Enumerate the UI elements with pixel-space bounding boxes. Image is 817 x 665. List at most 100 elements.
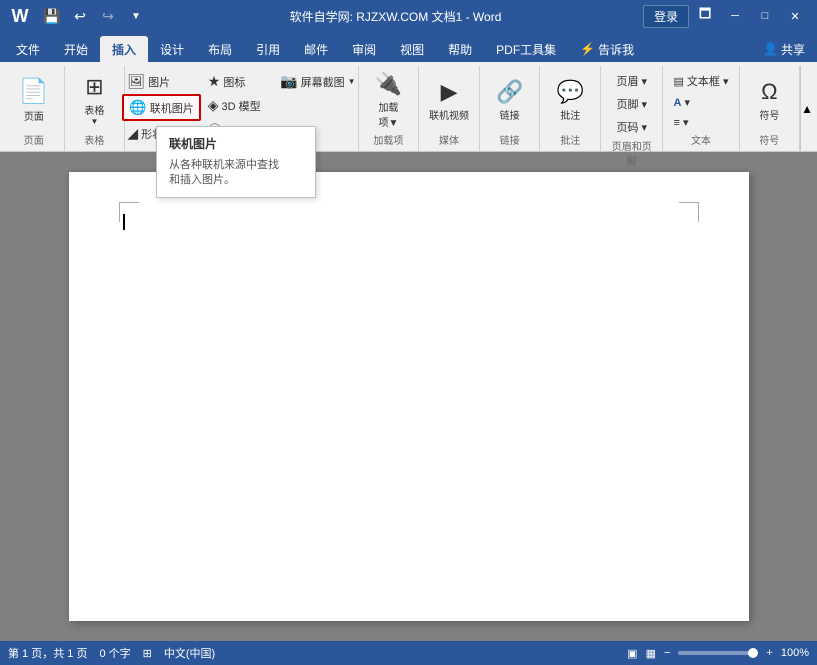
ribbon-group-addins-content: 🔌 加载 项▼ bbox=[364, 66, 412, 132]
tab-insert[interactable]: 插入 bbox=[100, 36, 148, 62]
footer-label: 页脚 ▾ bbox=[616, 96, 647, 112]
undo-button[interactable]: ↩ bbox=[68, 4, 92, 28]
tab-home[interactable]: 开始 bbox=[52, 36, 100, 62]
tab-help[interactable]: 帮助 bbox=[436, 36, 484, 62]
spell-check-icon: ⊞ bbox=[143, 647, 152, 660]
page-info: 第 1 页，共 1 页 bbox=[8, 645, 87, 661]
document-area bbox=[0, 152, 817, 641]
ribbon-group-symbols-content: Ω 符号 bbox=[745, 66, 793, 132]
document-page[interactable] bbox=[69, 172, 749, 621]
icons-icon: ★ bbox=[208, 73, 221, 90]
textbox-label: 文本框 ▾ bbox=[687, 73, 729, 89]
page-number-button[interactable]: 页码 ▾ bbox=[611, 116, 652, 138]
tab-layout[interactable]: 布局 bbox=[196, 36, 244, 62]
picture-button[interactable]: 🖼 图片 bbox=[122, 70, 200, 93]
tab-pdf[interactable]: PDF工具集 bbox=[484, 36, 568, 62]
page-icon: 📄 bbox=[19, 77, 49, 106]
group-label-text: 文本 bbox=[691, 132, 711, 151]
zoom-plus-button[interactable]: + bbox=[766, 647, 772, 659]
customize-quick-access-button[interactable]: ▼ bbox=[124, 4, 148, 28]
ribbon-group-page: 📄 页面 页面 bbox=[4, 66, 65, 151]
ribbon-group-links-content: 🔗 链接 bbox=[486, 66, 534, 132]
screenshot-dropdown-icon: ▼ bbox=[348, 77, 356, 86]
ribbon-scroll-button[interactable]: ▲ bbox=[800, 66, 813, 151]
online-picture-button[interactable]: 🌐 联机图片 bbox=[122, 94, 200, 121]
online-video-button[interactable]: ▶ 联机视频 bbox=[425, 70, 473, 130]
save-button[interactable]: 💾 bbox=[40, 4, 64, 28]
app-window: W 💾 ↩ ↪ ▼ 软件自学网: RJZXW.COM 文档1 - Word 登录… bbox=[0, 0, 817, 665]
wordart-button[interactable]: A ▾ bbox=[669, 93, 734, 112]
minimize-button[interactable]: ─ bbox=[721, 6, 749, 26]
redo-button[interactable]: ↪ bbox=[96, 4, 120, 28]
comment-label: 批注 bbox=[560, 107, 580, 122]
table-icon: ⊞ bbox=[85, 74, 103, 100]
group-label-comment: 批注 bbox=[560, 132, 580, 151]
close-button[interactable]: ✕ bbox=[781, 6, 809, 26]
online-video-label: 联机视频 bbox=[429, 107, 469, 122]
tooltip-desc-part1: 从各种联机来源中查找 bbox=[169, 159, 279, 171]
zoom-thumb bbox=[748, 648, 758, 658]
header-label: 页眉 ▾ bbox=[616, 73, 647, 89]
addins-icon: 🔌 bbox=[375, 71, 402, 97]
zoom-minus-button[interactable]: − bbox=[664, 647, 670, 659]
textbox-button[interactable]: ▤ 文本框 ▾ bbox=[669, 70, 734, 92]
share-button[interactable]: 👤共享 bbox=[751, 36, 817, 62]
layout-view-icon1[interactable]: ▣ bbox=[627, 647, 637, 660]
word-count: 0 个字 bbox=[99, 645, 130, 661]
screenshot-button[interactable]: 📷 屏幕截图 ▼ bbox=[275, 70, 360, 93]
3d-models-icon: ◈ bbox=[208, 97, 219, 114]
online-picture-icon: 🌐 bbox=[129, 99, 146, 116]
login-button[interactable]: 登录 bbox=[643, 5, 689, 28]
text-cursor bbox=[123, 214, 131, 230]
ribbon-group-comment: 💬 批注 批注 bbox=[540, 66, 601, 151]
wordart-dropdown: ▾ bbox=[684, 96, 690, 109]
link-button[interactable]: 🔗 链接 bbox=[486, 70, 534, 130]
text-col: ▤ 文本框 ▾ A ▾ ≡ ▾ bbox=[669, 70, 734, 132]
ribbon-group-table-content: ⊞ 表格 ▼ bbox=[70, 66, 118, 132]
ribbon-group-addins: 🔌 加载 项▼ 加载项 bbox=[359, 66, 420, 151]
addins-button[interactable]: 🔌 加载 项▼ bbox=[364, 70, 412, 130]
tooltip-popup: 联机图片 从各种联机来源中查找 和插入图片。 bbox=[156, 126, 316, 198]
3d-models-button[interactable]: ◈ 3D 模型 bbox=[203, 94, 273, 117]
tab-design[interactable]: 设计 bbox=[148, 36, 196, 62]
comment-button[interactable]: 💬 批注 bbox=[546, 70, 594, 130]
table-dropdown-icon: ▼ bbox=[90, 117, 98, 126]
group-label-header-footer: 页眉和页脚 bbox=[609, 138, 654, 172]
tab-mailings[interactable]: 邮件 bbox=[292, 36, 340, 62]
tab-tell-me[interactable]: ⚡告诉我 bbox=[568, 36, 646, 62]
screenshot-label: 屏幕截图 bbox=[301, 74, 345, 90]
comment-icon: 💬 bbox=[557, 79, 584, 105]
title-bar-controls: 登录 🗖 ─ □ ✕ bbox=[643, 5, 809, 28]
page-button[interactable]: 📄 页面 bbox=[10, 70, 58, 130]
layout-view-icon2[interactable]: ▦ bbox=[646, 647, 656, 660]
group-label-addins: 加载项 bbox=[373, 132, 403, 151]
ribbon-group-text-content: ▤ 文本框 ▾ A ▾ ≡ ▾ bbox=[669, 66, 734, 132]
title-bar-left: W 💾 ↩ ↪ ▼ bbox=[8, 4, 148, 28]
zoom-slider[interactable] bbox=[678, 651, 758, 655]
icons-label: 图标 bbox=[223, 74, 245, 90]
tab-view[interactable]: 视图 bbox=[388, 36, 436, 62]
language: 中文(中国) bbox=[164, 645, 215, 661]
picture-icon: 🖼 bbox=[127, 73, 145, 90]
zoom-level: 100% bbox=[781, 647, 809, 659]
dropcap-button[interactable]: ≡ ▾ bbox=[669, 113, 734, 132]
table-button[interactable]: ⊞ 表格 ▼ bbox=[70, 70, 118, 130]
restore-button[interactable]: □ bbox=[751, 6, 779, 26]
online-video-icon: ▶ bbox=[441, 79, 458, 105]
link-icon: 🔗 bbox=[496, 79, 523, 105]
page-label: 页面 bbox=[24, 108, 44, 123]
group-label-page: 页面 bbox=[24, 132, 44, 151]
tooltip-title: 联机图片 bbox=[169, 135, 303, 152]
status-bar-right: ▣ ▦ − + 100% bbox=[627, 647, 809, 660]
tab-review[interactable]: 审阅 bbox=[340, 36, 388, 62]
ribbon-display-button[interactable]: 🗖 bbox=[691, 6, 719, 26]
symbol-button[interactable]: Ω 符号 bbox=[745, 70, 793, 130]
title-bar: W 💾 ↩ ↪ ▼ 软件自学网: RJZXW.COM 文档1 - Word 登录… bbox=[0, 0, 817, 32]
tab-references[interactable]: 引用 bbox=[244, 36, 292, 62]
header-button[interactable]: 页眉 ▾ bbox=[611, 70, 652, 92]
icons-button[interactable]: ★ 图标 bbox=[203, 70, 273, 93]
tab-file[interactable]: 文件 bbox=[4, 36, 52, 62]
ribbon-group-header-footer-content: 页眉 ▾ 页脚 ▾ 页码 ▾ bbox=[611, 66, 652, 138]
dropcap-label: ≡ ▾ bbox=[674, 116, 689, 129]
footer-button[interactable]: 页脚 ▾ bbox=[611, 93, 652, 115]
